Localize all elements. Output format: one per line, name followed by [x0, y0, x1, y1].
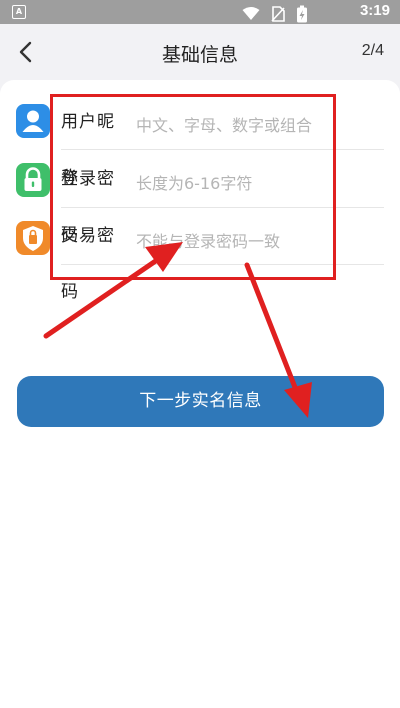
page-title: 基础信息 [161, 44, 238, 66]
top-app-bar: 基础信息 2/4 [0, 24, 400, 80]
step-indicator: 2/4 [361, 42, 384, 59]
shield-icon [16, 221, 50, 255]
status-time: 3:19 [359, 2, 390, 19]
user-icon [16, 104, 50, 138]
system-icons [236, 3, 308, 22]
app-badge-icon: A [12, 5, 26, 19]
status-bar: A 3:19 [0, 0, 400, 24]
next-step-button[interactable]: 下一步实名信息 [17, 376, 384, 427]
no-sim-icon [271, 5, 285, 22]
annotation-highlight-box [50, 94, 336, 280]
battery-charging-icon [297, 5, 307, 22]
wifi-icon [242, 6, 260, 20]
lock-icon [16, 163, 50, 197]
